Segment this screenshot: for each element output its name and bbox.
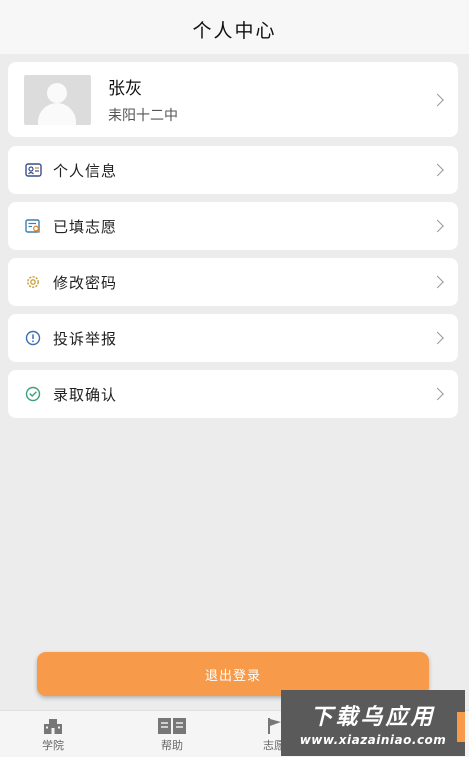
school-icon bbox=[44, 719, 62, 734]
tab-label: 帮助 bbox=[161, 739, 183, 752]
menu-item-change-password[interactable]: 修改密码 bbox=[8, 258, 458, 306]
menu-label: 个人信息 bbox=[53, 161, 118, 180]
page-title: 个人中心 bbox=[192, 19, 277, 42]
tab-help[interactable]: 帮助 bbox=[142, 717, 202, 753]
chevron-right-icon bbox=[431, 387, 444, 401]
chevron-right-icon bbox=[431, 275, 444, 289]
chevron-right-icon bbox=[431, 163, 444, 177]
watermark-logo: 下载乌应用 www.xiazainiao.com bbox=[281, 690, 465, 756]
menu-label: 录取确认 bbox=[53, 385, 118, 404]
tab-label: 学院 bbox=[42, 739, 64, 752]
profile-school: 耒阳十二中 bbox=[108, 108, 178, 124]
document-search-icon bbox=[24, 217, 42, 235]
menu-label: 投诉举报 bbox=[53, 329, 118, 348]
chevron-right-icon bbox=[431, 219, 444, 233]
avatar bbox=[24, 74, 91, 125]
chevron-right-icon bbox=[431, 331, 444, 345]
watermark-title: 下载乌应用 bbox=[310, 705, 436, 730]
alert-circle-icon bbox=[24, 329, 42, 347]
page-header: 个人中心 bbox=[0, 0, 469, 54]
check-circle-icon bbox=[24, 385, 42, 403]
profile-name: 张灰 bbox=[108, 79, 142, 99]
tab-school[interactable]: 学院 bbox=[23, 717, 83, 753]
chevron-right-icon bbox=[431, 93, 444, 106]
profile-card[interactable]: 张灰 耒阳十二中 bbox=[8, 62, 458, 137]
menu-item-filled-choices[interactable]: 已填志愿 bbox=[8, 202, 458, 250]
menu-item-personal-info[interactable]: 个人信息 bbox=[8, 146, 458, 194]
gear-icon bbox=[24, 273, 42, 291]
menu-item-admission-confirm[interactable]: 录取确认 bbox=[8, 370, 458, 418]
menu-label: 修改密码 bbox=[53, 273, 118, 292]
book-icon bbox=[158, 718, 186, 734]
watermark-url: www.xiazainiao.com bbox=[299, 733, 447, 747]
id-card-icon bbox=[24, 161, 42, 179]
menu-item-complaint[interactable]: 投诉举报 bbox=[8, 314, 458, 362]
menu-label: 已填志愿 bbox=[53, 217, 118, 236]
